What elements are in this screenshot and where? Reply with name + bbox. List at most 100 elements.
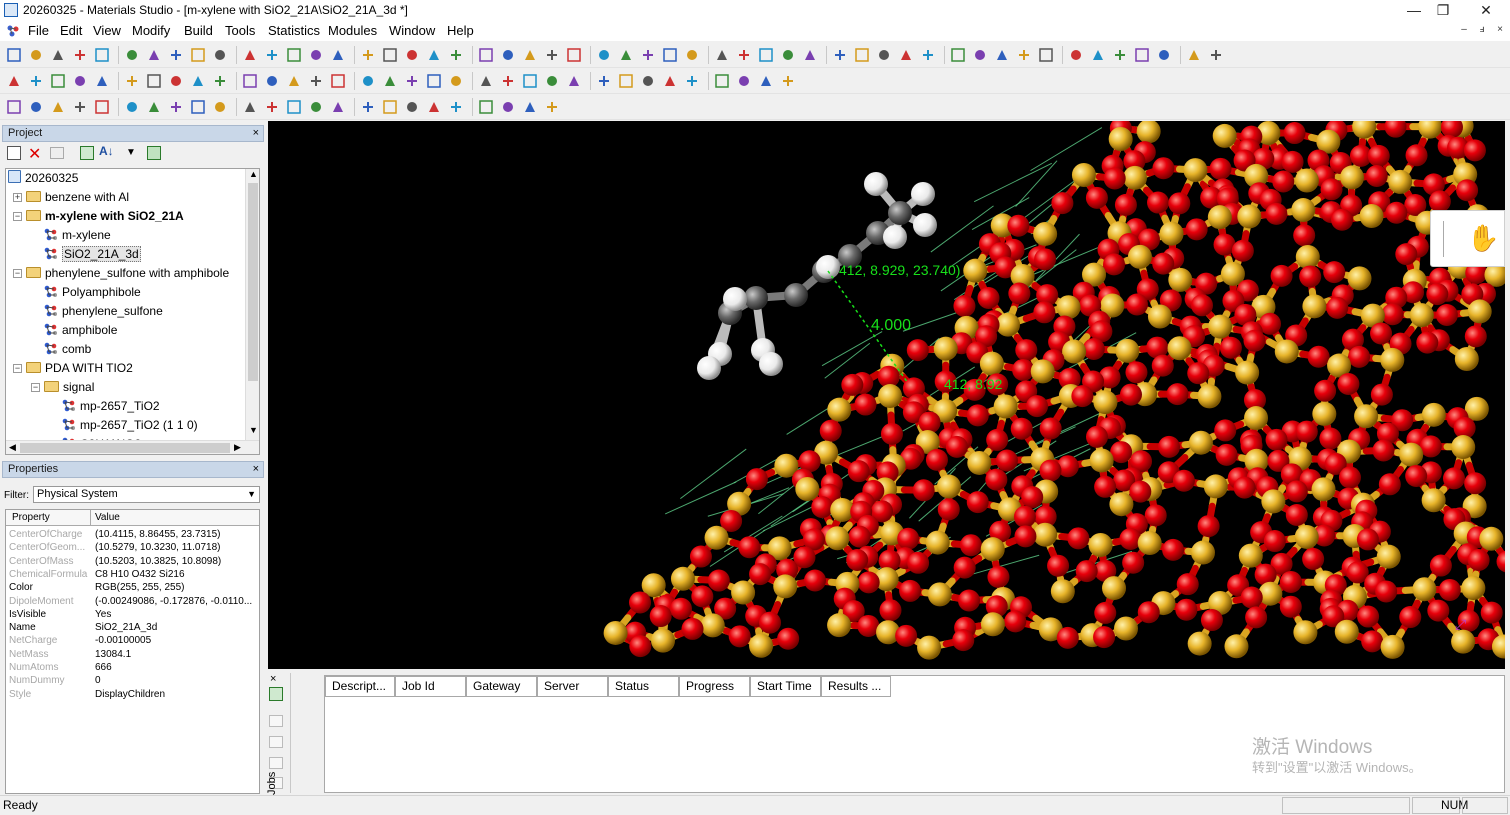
- toolbar-tool-icon[interactable]: [544, 99, 560, 115]
- toolbar-tool-icon[interactable]: [1134, 47, 1150, 63]
- toolbar-tool-icon[interactable]: [360, 99, 376, 115]
- toolbar-tool-icon[interactable]: [832, 47, 848, 63]
- tree-item[interactable]: m-xylene: [44, 226, 111, 245]
- properties-panel-close-button[interactable]: ×: [253, 462, 259, 477]
- toolbar-tool-icon[interactable]: [264, 47, 280, 63]
- toolbar-tool-icon[interactable]: [802, 47, 818, 63]
- property-row[interactable]: IsVisible Yes: [6, 608, 259, 621]
- close-button[interactable]: ✕: [1464, 0, 1508, 21]
- job-properties-icon[interactable]: [269, 715, 283, 727]
- toolbar-tool-icon[interactable]: [72, 47, 88, 63]
- toolbar-tool-icon[interactable]: [28, 73, 44, 89]
- jobs-column-header[interactable]: Server: [537, 676, 608, 697]
- toolbar-tool-icon[interactable]: [286, 73, 302, 89]
- toolbar-tool-icon[interactable]: [876, 47, 892, 63]
- menu-statistics[interactable]: Statistics: [268, 23, 320, 38]
- toolbar-tool-icon[interactable]: [522, 47, 538, 63]
- sort-dropdown-icon[interactable]: ▼: [126, 147, 136, 158]
- tree-item[interactable]: comb: [44, 340, 91, 359]
- col-value[interactable]: Value: [95, 512, 120, 523]
- toolbar-tool-icon[interactable]: [500, 99, 516, 115]
- jobs-column-header[interactable]: Start Time: [750, 676, 821, 697]
- toolbar-tool-icon[interactable]: [1186, 47, 1202, 63]
- toolbar-tool-icon[interactable]: [146, 73, 162, 89]
- toolbar-tool-icon[interactable]: [714, 73, 730, 89]
- tree-item[interactable]: − m-xylene with SiO2_21A: [13, 207, 184, 226]
- col-property[interactable]: Property: [12, 512, 50, 523]
- toolbar-tool-icon[interactable]: [242, 47, 258, 63]
- tree-item[interactable]: Polyamphibole: [44, 283, 141, 302]
- tree-horizontal-scrollbar[interactable]: ◀ ▶: [6, 440, 259, 454]
- tree-item[interactable]: mp-2657_TiO2 (1 1 0): [62, 416, 198, 435]
- toolbar-tool-icon[interactable]: [684, 47, 700, 63]
- toolbar-tool-icon[interactable]: [854, 47, 870, 63]
- toolbar-tool-icon[interactable]: [28, 47, 44, 63]
- toolbar-tool-icon[interactable]: [286, 47, 302, 63]
- toolbar-tool-icon[interactable]: [1112, 47, 1128, 63]
- document-icon[interactable]: [6, 24, 20, 38]
- toolbar-tool-icon[interactable]: [478, 47, 494, 63]
- toolbar-tool-icon[interactable]: [404, 47, 420, 63]
- scroll-left-icon[interactable]: ◀: [9, 442, 16, 453]
- toolbar-tool-icon[interactable]: [168, 99, 184, 115]
- toolbar-tool-icon[interactable]: [190, 99, 206, 115]
- toolbar-tool-icon[interactable]: [286, 99, 302, 115]
- import-icon[interactable]: [147, 146, 161, 160]
- jobs-close-button[interactable]: ×: [270, 673, 276, 685]
- toolbar-tool-icon[interactable]: [426, 47, 442, 63]
- toolbar-tool-icon[interactable]: [330, 47, 346, 63]
- tree-item[interactable]: phenylene_sulfone: [44, 302, 163, 321]
- toolbar-tool-icon[interactable]: [500, 73, 516, 89]
- toolbar-tool-icon[interactable]: [972, 47, 988, 63]
- property-row[interactable]: NumAtoms 666: [6, 661, 259, 674]
- toolbar-tool-icon[interactable]: [94, 99, 110, 115]
- toolbar-tool-icon[interactable]: [1156, 47, 1172, 63]
- tree-expander-icon[interactable]: −: [13, 212, 22, 221]
- tree-hscroll-thumb[interactable]: [20, 443, 230, 453]
- job-download-icon[interactable]: [269, 736, 283, 748]
- tree-expander-icon[interactable]: +: [13, 193, 22, 202]
- property-row[interactable]: ChemicalFormula C8 H10 O432 Si216: [6, 568, 259, 581]
- tree-expander-icon[interactable]: −: [13, 269, 22, 278]
- toolbar-tool-icon[interactable]: [50, 99, 66, 115]
- toolbar-tool-icon[interactable]: [758, 47, 774, 63]
- toolbar-tool-icon[interactable]: [522, 99, 538, 115]
- toolbar-tool-icon[interactable]: [124, 73, 140, 89]
- menu-tools[interactable]: Tools: [225, 23, 255, 38]
- toolbar-tool-icon[interactable]: [566, 73, 582, 89]
- jobs-column-header[interactable]: Descript...: [325, 676, 395, 697]
- chevron-down-icon[interactable]: ▼: [247, 487, 256, 502]
- toolbar-tool-icon[interactable]: [478, 73, 494, 89]
- toolbar-tool-icon[interactable]: [544, 47, 560, 63]
- toolbar-tool-icon[interactable]: [72, 99, 88, 115]
- jobs-column-header[interactable]: Results ...: [821, 676, 891, 697]
- menu-modify[interactable]: Modify: [132, 23, 170, 38]
- scroll-right-icon[interactable]: ▶: [234, 442, 241, 453]
- toolbar-tool-icon[interactable]: [308, 73, 324, 89]
- project-panel-close-button[interactable]: ×: [253, 126, 259, 141]
- molecule-scene[interactable]: [268, 121, 1505, 669]
- toolbar-tool-icon[interactable]: [684, 73, 700, 89]
- property-row[interactable]: CenterOfGeom... (10.5279, 10.3230, 11.071…: [6, 541, 259, 554]
- toolbar-tool-icon[interactable]: [330, 73, 346, 89]
- toolbar-tool-icon[interactable]: [950, 47, 966, 63]
- tree-item[interactable]: mp-2657_TiO2: [62, 397, 160, 416]
- toolbar-tool-icon[interactable]: [124, 99, 140, 115]
- toolbar-tool-icon[interactable]: [264, 73, 280, 89]
- toolbar-tool-icon[interactable]: [780, 47, 796, 63]
- menu-help[interactable]: Help: [447, 23, 474, 38]
- property-row[interactable]: NetMass 13084.1: [6, 648, 259, 661]
- toolbar-tool-icon[interactable]: [50, 47, 66, 63]
- toolbar-tool-icon[interactable]: [6, 73, 22, 89]
- toolbar-tool-icon[interactable]: [146, 47, 162, 63]
- toolbar-tool-icon[interactable]: [212, 73, 228, 89]
- toolbar-tool-icon[interactable]: [168, 73, 184, 89]
- property-row[interactable]: NetCharge -0.00100005: [6, 634, 259, 647]
- tree-item[interactable]: SiO2_21A_3d: [44, 245, 141, 264]
- structure-viewer[interactable]: 412, 8.929, 23.740) 4.000 412, 8.92 ✋ ⤢: [268, 121, 1505, 669]
- toolbar-tool-icon[interactable]: [640, 47, 656, 63]
- toolbar-tool-icon[interactable]: [640, 73, 656, 89]
- property-row[interactable]: Name SiO2_21A_3d: [6, 621, 259, 634]
- menu-build[interactable]: Build: [184, 23, 213, 38]
- tree-item[interactable]: − signal: [31, 378, 94, 397]
